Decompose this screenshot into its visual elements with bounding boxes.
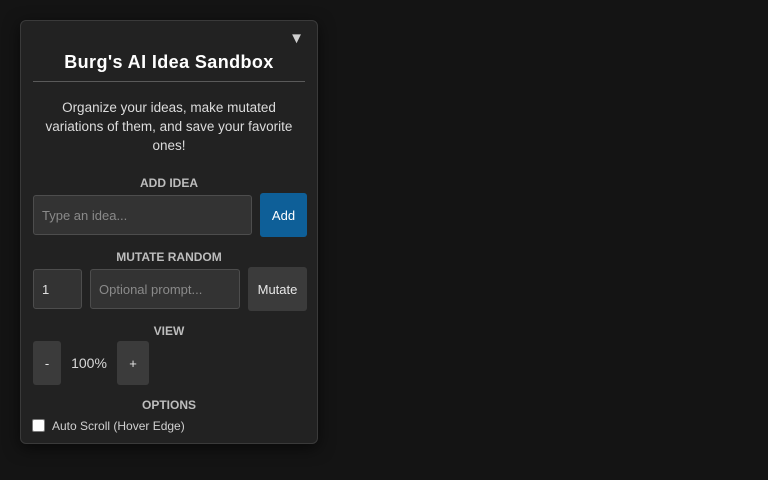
options-label: OPTIONS	[141, 398, 196, 412]
mutate-button[interactable]: Mutate	[248, 267, 307, 311]
idea-sandbox-panel: ▼ Burg's AI Idea Sandbox Organize your i…	[20, 20, 318, 444]
view-label: VIEW	[153, 324, 185, 338]
collapse-triangle-icon[interactable]: ▼	[289, 30, 304, 48]
auto-scroll-checkbox[interactable]	[32, 419, 45, 432]
mutate-random-label: MUTATE RANDOM	[116, 250, 222, 264]
add-idea-label: ADD IDEA	[139, 176, 198, 190]
title-divider	[33, 81, 305, 82]
mutate-count-input[interactable]	[33, 269, 82, 309]
panel-description: Organize your ideas, make mutated variat…	[45, 100, 293, 153]
zoom-in-button[interactable]: +	[117, 341, 149, 385]
idea-input[interactable]	[33, 195, 252, 235]
zoom-out-button[interactable]: -	[33, 341, 61, 385]
add-idea-button[interactable]: Add	[260, 193, 307, 237]
zoom-level: 100%	[71, 355, 107, 371]
panel-title: Burg's AI Idea Sandbox	[64, 52, 274, 72]
auto-scroll-label[interactable]: Auto Scroll (Hover Edge)	[52, 419, 185, 433]
mutate-prompt-input[interactable]	[90, 269, 240, 309]
